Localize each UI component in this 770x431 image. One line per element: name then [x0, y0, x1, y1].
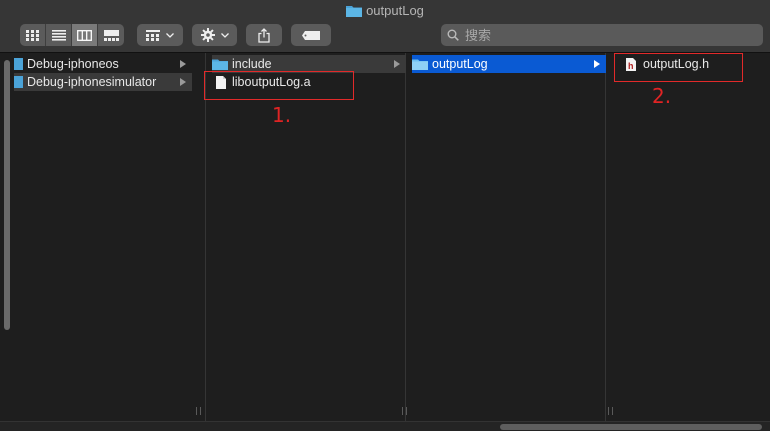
item-name: Debug-iphoneos	[27, 57, 119, 71]
search-input[interactable]	[463, 26, 747, 44]
disclosure-arrow-icon	[394, 60, 400, 68]
horizontal-scrollbar[interactable]	[500, 424, 762, 430]
item-name: outputLog	[432, 57, 488, 71]
chevron-down-icon	[220, 32, 229, 38]
disclosure-arrow-icon	[180, 78, 186, 86]
annotation-box-2	[614, 53, 743, 82]
window-title-label: outputLog	[366, 3, 424, 18]
folder-icon	[14, 58, 23, 70]
vertical-scrollbar[interactable]	[4, 60, 10, 330]
folder-icon	[346, 6, 363, 17]
share-icon	[258, 27, 270, 43]
column-1: Debug-iphoneos Debug-iphonesimulator	[0, 53, 206, 421]
action-button[interactable]	[192, 24, 237, 46]
column-2: include liboutputLog.a	[196, 53, 406, 421]
list-icon	[51, 29, 66, 41]
group-by-button[interactable]	[137, 24, 183, 46]
list-item-selected[interactable]: Debug-iphonesimulator	[14, 73, 192, 91]
column-view-button[interactable]	[72, 24, 98, 46]
tag-icon	[302, 30, 320, 40]
column-resize-handle[interactable]	[608, 407, 613, 415]
annotation-label-1: 1.	[272, 103, 292, 127]
column-resize-handle[interactable]	[402, 407, 407, 415]
column-browser: Debug-iphoneos Debug-iphonesimulator inc…	[0, 53, 770, 421]
grid-icon	[26, 29, 39, 41]
annotation-label-2: 2.	[652, 84, 672, 108]
gear-icon	[200, 28, 215, 42]
list-item[interactable]: Debug-iphoneos	[14, 55, 192, 73]
column-resize-handle[interactable]	[196, 407, 201, 415]
window-titlebar: outputLog	[0, 0, 770, 53]
folder-icon	[412, 59, 428, 70]
column-4: h outputLog.h	[606, 53, 770, 421]
gallery-icon	[103, 29, 119, 41]
list-view-button[interactable]	[46, 24, 72, 46]
disclosure-arrow-icon	[594, 60, 600, 68]
view-mode-control	[20, 24, 124, 46]
icon-view-button[interactable]	[20, 24, 46, 46]
toolbar	[0, 24, 770, 48]
columns-icon	[77, 29, 92, 41]
disclosure-arrow-icon	[180, 60, 186, 68]
group-grid-icon	[146, 29, 160, 41]
window-title: outputLog	[0, 3, 770, 18]
tags-button[interactable]	[291, 24, 331, 46]
search-icon	[447, 29, 459, 41]
item-name: include	[232, 57, 272, 71]
share-button[interactable]	[246, 24, 282, 46]
chevron-down-icon	[166, 32, 174, 38]
search-field[interactable]	[441, 24, 763, 46]
folder-icon	[212, 59, 228, 70]
gallery-view-button[interactable]	[98, 24, 124, 46]
folder-icon	[14, 76, 23, 88]
column-3: outputLog	[402, 53, 606, 421]
annotation-box-1	[204, 71, 354, 100]
item-name: Debug-iphonesimulator	[27, 75, 157, 89]
list-item-selected[interactable]: outputLog	[412, 55, 606, 73]
